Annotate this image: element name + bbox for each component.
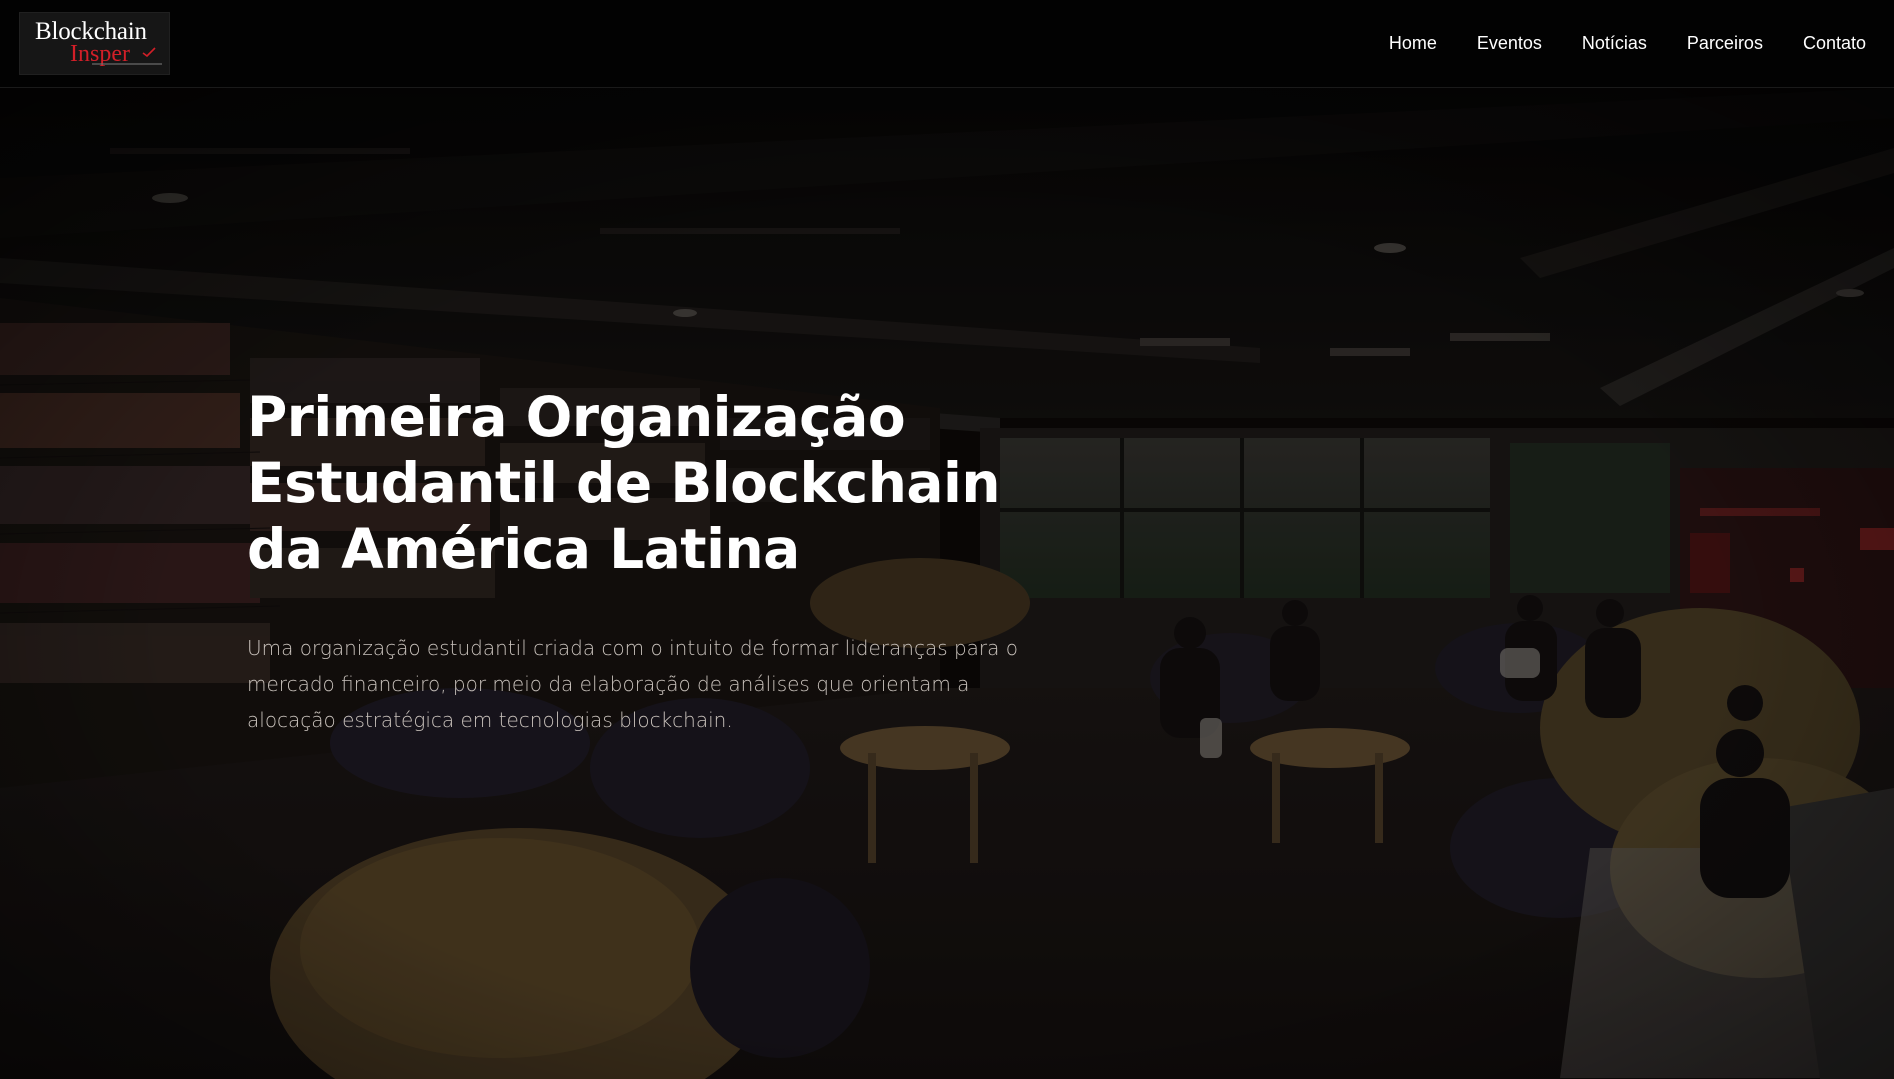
- site-header: Blockchain Insper Home Eventos Notícias …: [0, 0, 1894, 88]
- logo-checkmark-icon: [142, 47, 156, 57]
- hero-description: Uma organização estudantil criada com o …: [247, 636, 1019, 732]
- nav-item-parceiros[interactable]: Parceiros: [1687, 33, 1763, 54]
- logo-tagline: [92, 63, 162, 65]
- main-navigation: Home Eventos Notícias Parceiros Contato: [1349, 0, 1866, 87]
- nav-item-home[interactable]: Home: [1389, 33, 1437, 54]
- hero-heading: Primeira Organização Estudantil de Block…: [247, 385, 1000, 581]
- nav-item-noticias[interactable]: Notícias: [1582, 33, 1647, 54]
- nav-item-contato[interactable]: Contato: [1803, 33, 1866, 54]
- nav-item-eventos[interactable]: Eventos: [1477, 33, 1542, 54]
- hero-section: Primeira Organização Estudantil de Block…: [0, 88, 1894, 1079]
- blockchain-insper-logo[interactable]: Blockchain Insper: [19, 12, 170, 75]
- page: Blockchain Insper Home Eventos Notícias …: [0, 0, 1894, 1079]
- hero-dark-overlay: [0, 88, 1894, 1079]
